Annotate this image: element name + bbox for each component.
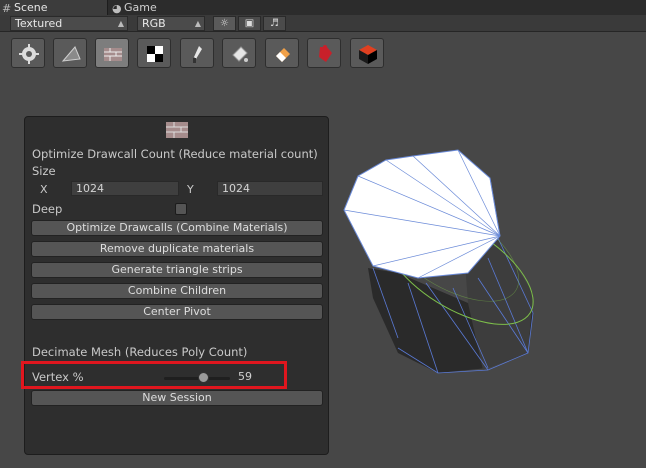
scene-toolbar: Textured ▲ RGB ▲ ☼ ▣ ♬ [0, 15, 646, 32]
remove-duplicate-materials-button[interactable]: Remove duplicate materials [31, 241, 323, 257]
tab-bar: # Scene ◕ Game [0, 0, 646, 15]
sun-icon: ☼ [220, 18, 229, 29]
color-mode-dropdown[interactable]: RGB ▲ [137, 16, 205, 31]
tab-scene[interactable]: # Scene [0, 0, 108, 15]
dropdown-arrows-icon: ▲ [194, 19, 201, 28]
lighting-toggle[interactable]: ☼ [213, 16, 236, 31]
center-pivot-button[interactable]: Center Pivot [31, 304, 323, 320]
puzzle-piece-icon [319, 45, 332, 62]
deep-checkbox[interactable] [175, 203, 187, 215]
settings-icon [19, 44, 39, 64]
eraser-button[interactable] [265, 38, 299, 68]
brush-button[interactable] [180, 38, 214, 68]
size-x-field[interactable]: 1024 [71, 181, 179, 196]
eraser-icon [276, 48, 290, 62]
audio-toggle[interactable]: ♬ [263, 16, 286, 31]
combine-children-button[interactable]: Combine Children [31, 283, 323, 299]
checker-button[interactable] [137, 38, 171, 68]
cylinder-mesh[interactable] [338, 148, 538, 378]
tab-scene-label: Scene [14, 1, 48, 14]
grid-icon: # [2, 2, 12, 15]
size-y-field[interactable]: 1024 [217, 181, 323, 196]
brick-wall-icon [104, 48, 122, 61]
tab-game[interactable]: ◕ Game [110, 0, 180, 15]
x-label: X [40, 183, 48, 196]
new-session-button[interactable]: New Session [31, 390, 323, 406]
deep-label: Deep [32, 202, 63, 216]
fill-bucket-button[interactable] [222, 38, 256, 68]
mesh-tools-panel: Optimize Drawcall Count (Reduce material… [24, 116, 329, 455]
brush-icon [193, 46, 202, 63]
image-icon: ▣ [244, 18, 255, 29]
red-cube-icon [359, 45, 377, 64]
size-label: Size [32, 164, 56, 178]
checker-icon [147, 46, 163, 62]
fill-bucket-icon [232, 46, 248, 62]
dropdown-arrows-icon: ▲ [117, 19, 124, 28]
optimize-section-title: Optimize Drawcall Count (Reduce material… [32, 147, 318, 161]
brick-wall-icon [166, 122, 188, 138]
prism-icon [61, 46, 81, 62]
render-mode-value: Textured [15, 17, 63, 30]
speaker-icon: ♬ [270, 18, 279, 29]
panel-header [165, 121, 189, 142]
color-mode-value: RGB [142, 17, 166, 30]
prism-button[interactable] [53, 38, 87, 68]
render-mode-dropdown[interactable]: Textured ▲ [10, 16, 128, 31]
red-cube-button[interactable] [350, 38, 384, 68]
pacman-icon: ◕ [112, 2, 122, 15]
generate-triangle-strips-button[interactable]: Generate triangle strips [31, 262, 323, 278]
vertex-highlight-box [21, 361, 287, 389]
settings-button[interactable] [11, 38, 45, 68]
tab-game-label: Game [124, 1, 157, 14]
puzzle-piece-button[interactable] [307, 38, 341, 68]
image-effects-toggle[interactable]: ▣ [238, 16, 261, 31]
decimate-section-title: Decimate Mesh (Reduces Poly Count) [32, 345, 248, 359]
brick-wall-button[interactable] [95, 38, 129, 68]
optimize-drawcalls-button[interactable]: Optimize Drawcalls (Combine Materials) [31, 220, 323, 236]
y-label: Y [187, 183, 194, 196]
